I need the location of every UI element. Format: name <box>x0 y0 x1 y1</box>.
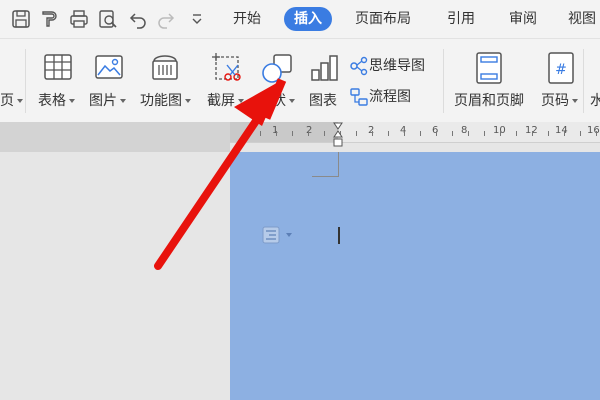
chevron-down-icon <box>17 99 23 103</box>
chevron-down-icon <box>289 99 295 103</box>
text-cursor <box>338 227 340 244</box>
table-button[interactable]: 表格 <box>38 90 75 110</box>
redo-icon[interactable] <box>155 8 177 30</box>
ruler-tick <box>596 131 597 136</box>
indent-marker-icon[interactable] <box>333 122 343 148</box>
chevron-down-icon <box>572 99 578 103</box>
save-icon[interactable] <box>10 8 32 30</box>
ruler-margin <box>230 122 338 142</box>
chevron-down-icon <box>185 99 191 103</box>
ruler-tick <box>484 131 485 136</box>
chart-button[interactable]: 图表 <box>309 90 337 110</box>
horizontal-ruler[interactable]: 12246810121416 <box>230 122 600 143</box>
ruler-tick <box>532 131 533 136</box>
ruler-tick <box>260 131 261 136</box>
ruler-number: 14 <box>555 125 568 136</box>
ruler-tick <box>388 131 389 136</box>
margin-corner-mark <box>312 152 339 177</box>
chart-icon[interactable] <box>310 54 340 82</box>
chevron-down-icon <box>238 99 244 103</box>
paragraph-layout-icon[interactable] <box>262 226 296 244</box>
menu-bar: 开始 插入 页面布局 引用 审阅 视图 <box>0 0 600 38</box>
svg-text:#: # <box>555 62 567 78</box>
picture-button[interactable]: 图片 <box>89 90 126 110</box>
watermark-button-partial[interactable]: 水 <box>590 90 600 110</box>
divider <box>583 49 584 113</box>
ruler-tick <box>500 131 501 136</box>
flowchart-icon <box>349 87 369 107</box>
chevron-down-icon <box>120 99 126 103</box>
ribbon: 页 表格 图片 功能图 截屏 形状 图表 思维导图 流程图 页眉和页脚 # 页码… <box>0 38 600 123</box>
ruler-tick <box>468 131 469 136</box>
page-number-icon[interactable]: # <box>548 52 574 84</box>
picture-icon[interactable] <box>95 55 123 79</box>
page-number-button[interactable]: 页码 <box>541 90 578 110</box>
header-footer-icon[interactable] <box>476 52 502 84</box>
ruler-tick <box>516 131 517 136</box>
customize-icon[interactable] <box>186 8 208 30</box>
print-preview-icon[interactable] <box>97 8 119 30</box>
ruler-tick <box>564 131 565 136</box>
chevron-down-icon <box>69 99 75 103</box>
ruler-left-area <box>0 122 230 152</box>
undo-icon[interactable] <box>127 8 149 30</box>
mind-map-icon <box>349 56 369 76</box>
ruler-number: 8 <box>461 125 468 136</box>
divider <box>443 49 444 113</box>
ruler-tick <box>436 131 437 136</box>
ruler-number: 2 <box>306 125 313 136</box>
table-icon[interactable] <box>44 54 72 80</box>
ruler-tick <box>276 131 277 136</box>
ruler-tick <box>548 131 549 136</box>
header-footer-button[interactable]: 页眉和页脚 <box>454 90 524 110</box>
tab-review[interactable]: 审阅 <box>509 7 537 31</box>
page-button-partial[interactable]: 页 <box>0 90 23 110</box>
ruler-tick <box>308 131 309 136</box>
workspace <box>0 152 230 400</box>
ruler-tick <box>404 131 405 136</box>
function-chart-button[interactable]: 功能图 <box>140 90 191 110</box>
ruler-tick <box>372 131 373 136</box>
document-page[interactable] <box>230 152 600 400</box>
divider <box>25 49 26 113</box>
screenshot-icon[interactable] <box>211 53 243 83</box>
format-painter-icon[interactable] <box>38 8 60 30</box>
ruler-tick <box>420 131 421 136</box>
tab-page-layout[interactable]: 页面布局 <box>355 7 411 31</box>
ruler-tick <box>452 131 453 136</box>
tab-home[interactable]: 开始 <box>233 7 261 31</box>
tab-references[interactable]: 引用 <box>447 7 475 31</box>
flowchart-button[interactable]: 流程图 <box>349 87 411 107</box>
ruler-number: 16 <box>587 125 600 136</box>
screenshot-button[interactable]: 截屏 <box>207 90 244 110</box>
ruler-tick <box>356 131 357 136</box>
ruler-tick <box>324 131 325 136</box>
shapes-icon[interactable] <box>262 54 294 84</box>
tab-insert[interactable]: 插入 <box>284 7 332 31</box>
shapes-button[interactable]: 形状 <box>258 90 295 110</box>
mind-map-button[interactable]: 思维导图 <box>349 56 425 76</box>
function-chart-icon[interactable] <box>150 53 180 81</box>
tab-view[interactable]: 视图 <box>568 7 596 31</box>
ruler-tick <box>292 131 293 136</box>
print-icon[interactable] <box>68 8 90 30</box>
ruler-tick <box>580 131 581 136</box>
